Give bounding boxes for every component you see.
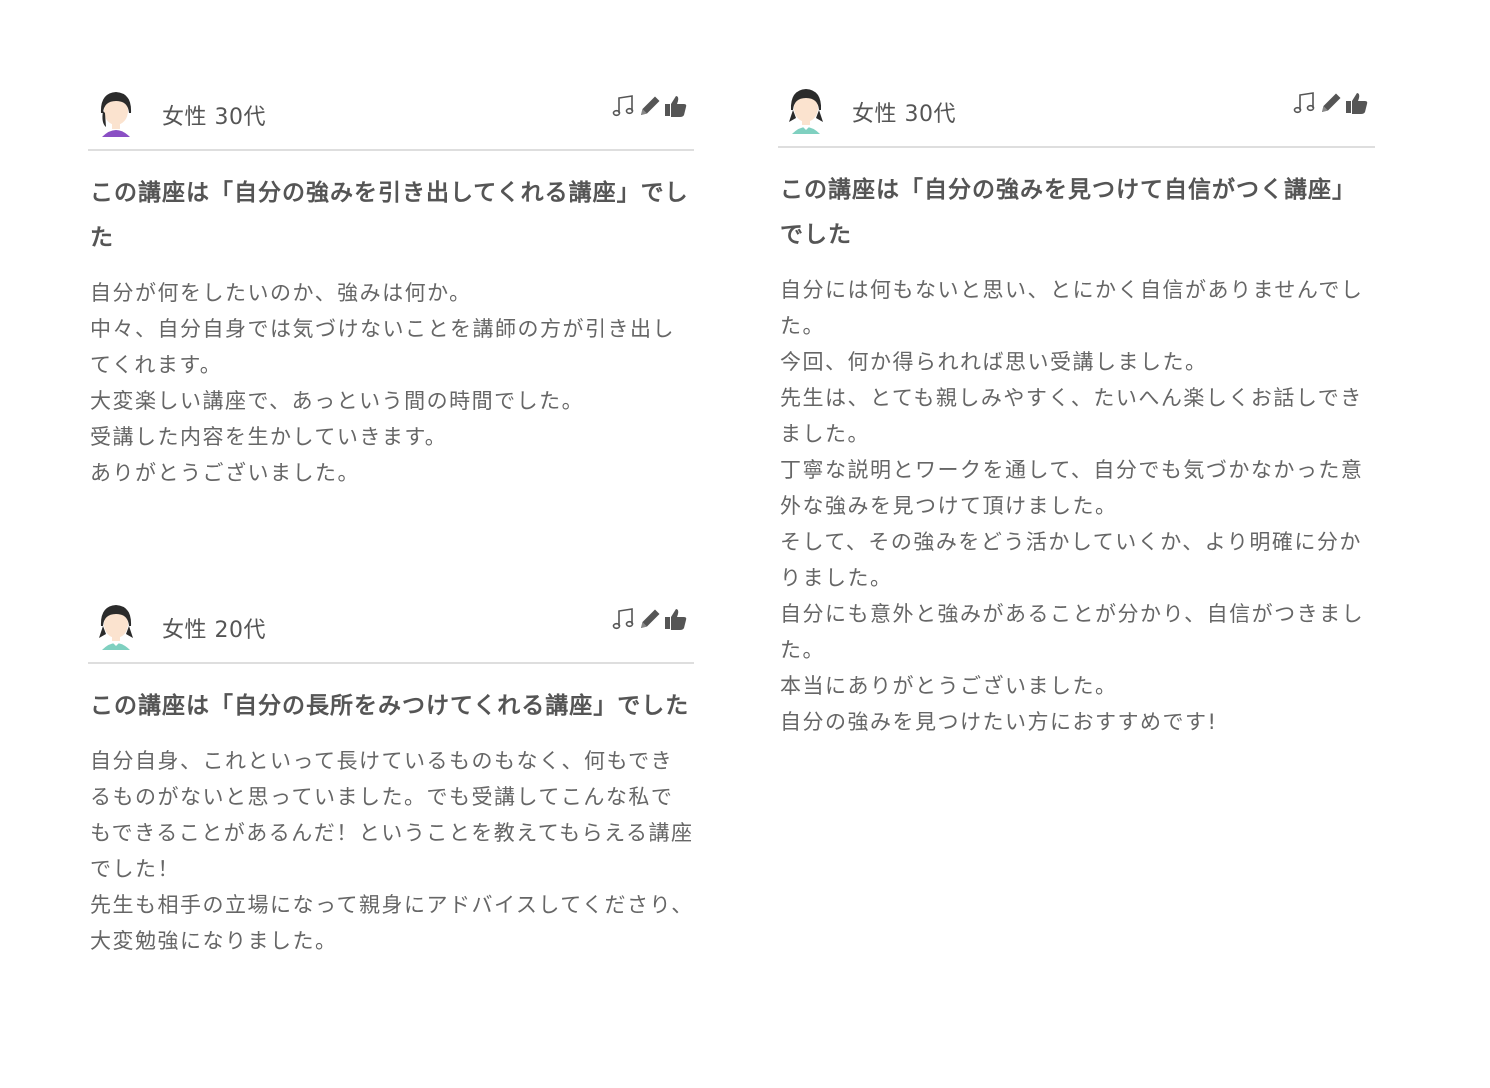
- pencil-icon: [638, 606, 662, 632]
- review-body-line: 今回、何か得られれば思い受講しました。: [780, 350, 1208, 374]
- review-icons: [612, 93, 688, 119]
- review-icons: [612, 606, 688, 632]
- review-title: この講座は「自分の強みを引き出してくれる講座」でした: [90, 180, 689, 251]
- review-body: 自分が何をしたいのか、強みは何か。 中々、自分自身では気づけないことを講師の方が…: [90, 275, 694, 491]
- review-body-line: 自分自身、これといって長けているものもなく、何もできるものがないと思っていました…: [90, 749, 694, 881]
- thumbs-up-icon: [1345, 90, 1369, 116]
- review-header: 女性 20代: [88, 598, 694, 664]
- avatar-teal-icon: [96, 600, 136, 652]
- review-body-line: 先生は、とても親しみやすく、たいへん楽しくお話しできました。: [780, 386, 1363, 446]
- review-header: 女性 30代: [778, 82, 1375, 148]
- avatar-teal-icon: [786, 84, 826, 136]
- review-body: 自分自身、これといって長けているものもなく、何もできるものがないと思っていました…: [90, 743, 694, 959]
- reviewer-label: 女性 30代: [162, 105, 266, 130]
- review-body-line: 本当にありがとうございました。: [780, 674, 1118, 698]
- review-body-line: 自分には何もないと思い、とにかく自信がありませんでした。: [780, 278, 1364, 338]
- review-body-line: 大変楽しい講座で、あっという間の時間でした。: [90, 389, 585, 413]
- review-body-line: 自分にも意外と強みがあることが分かり、自信がつきました。: [780, 602, 1365, 662]
- thumbs-up-icon: [664, 93, 688, 119]
- pencil-icon: [1319, 90, 1343, 116]
- review-body-line: そして、その強みをどう活かしていくか、より明確に分かりました。: [780, 530, 1362, 590]
- reviewer-label: 女性 30代: [852, 102, 956, 127]
- avatar-purple-icon: [96, 87, 136, 139]
- review-body-line: 自分が何をしたいのか、強みは何か。: [90, 281, 472, 305]
- review-body-line: 中々、自分自身では気づけないことを講師の方が引き出してくれます。: [90, 317, 675, 377]
- review-title: この講座は「自分の強みを見つけて自信がつく講座」でした: [780, 177, 1356, 248]
- pencil-icon: [638, 93, 662, 119]
- review-body-line: 丁寧な説明とワークを通して、自分でも気づかなかった意外な強みを見つけて頂けました…: [780, 458, 1364, 518]
- review-icons: [1293, 90, 1369, 116]
- review-body-line: ありがとうございました。: [90, 461, 360, 485]
- review-body-line: 自分の強みを見つけたい方におすすめです!: [780, 710, 1218, 734]
- review-card: 女性 30代 この講座は「自分の強みを見つけて自信がつく講座」でした 自分には何…: [778, 82, 1375, 740]
- review-header: 女性 30代: [88, 85, 694, 151]
- review-body-line: 受講した内容を生かしていきます。: [90, 425, 448, 449]
- music-note-icon: [612, 606, 636, 632]
- reviewer-label: 女性 20代: [162, 618, 266, 643]
- review-card: 女性 20代 この講座は「自分の長所をみつけてくれる講座」でした 自分自身、これ…: [88, 598, 694, 959]
- review-body-line: 先生も相手の立場になって親身にアドバイスしてくださり、大変勉強になりました。: [90, 893, 694, 953]
- music-note-icon: [612, 93, 636, 119]
- review-body: 自分には何もないと思い、とにかく自信がありませんでした。 今回、何か得られれば思…: [780, 272, 1375, 740]
- review-card: 女性 30代 この講座は「自分の強みを引き出してくれる講座」でした 自分が何をし…: [88, 85, 694, 491]
- review-title: この講座は「自分の長所をみつけてくれる講座」でした: [90, 693, 690, 719]
- thumbs-up-icon: [664, 606, 688, 632]
- music-note-icon: [1293, 90, 1317, 116]
